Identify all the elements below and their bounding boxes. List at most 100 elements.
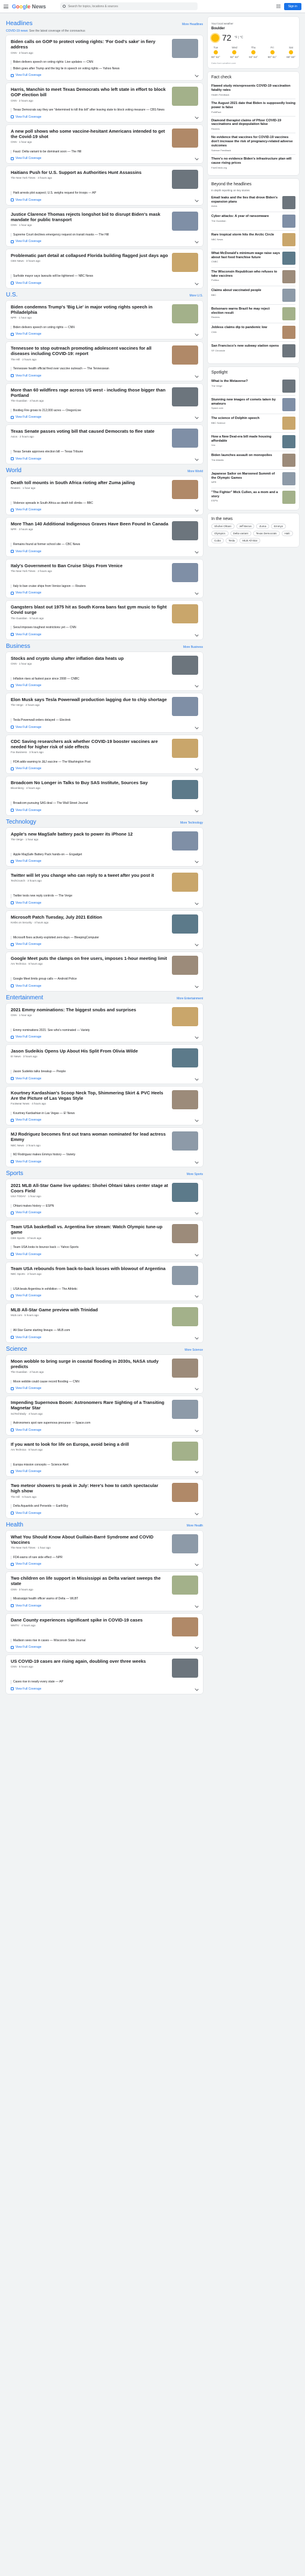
side-story-headline[interactable]: The science of Dolphin speech: [211, 417, 280, 421]
side-story[interactable]: The Wisconsin Republican who refuses to …: [211, 267, 295, 286]
side-story-thumbnail[interactable]: [282, 490, 295, 504]
expand-icon[interactable]: [195, 239, 199, 244]
expand-icon[interactable]: [195, 1645, 199, 1650]
full-coverage-link[interactable]: View Full Coverage: [11, 1211, 41, 1214]
topic-chip[interactable]: Texas Democrats: [252, 530, 280, 536]
story-headline[interactable]: Stocks and crypto slump after inflation …: [11, 656, 168, 661]
side-story[interactable]: San Francisco's new subway station opens…: [211, 341, 295, 360]
side-story[interactable]: Japanese Sailor on Marooned Summit of th…: [211, 469, 295, 488]
related-story[interactable]: Google Meet limits group calls — Android…: [11, 977, 198, 981]
side-story-thumbnail[interactable]: [282, 344, 295, 357]
section-title[interactable]: U.S.: [6, 292, 17, 298]
story-thumbnail[interactable]: [172, 429, 198, 448]
story-thumbnail[interactable]: [172, 304, 198, 323]
expand-icon[interactable]: [195, 725, 199, 729]
story-headline[interactable]: Impending Supernova Boom: Astronomers Ra…: [11, 1400, 168, 1411]
expand-icon[interactable]: [195, 984, 199, 988]
side-story[interactable]: What McDonald's minimum wage raise says …: [211, 248, 295, 267]
full-coverage-link[interactable]: View Full Coverage: [11, 726, 41, 729]
more-section-link[interactable]: More Business: [183, 645, 203, 649]
expand-icon[interactable]: [195, 1118, 199, 1122]
story-thumbnail[interactable]: [172, 1182, 198, 1202]
full-coverage-link[interactable]: View Full Coverage: [11, 591, 41, 595]
expand-icon[interactable]: [195, 281, 199, 285]
story-headline[interactable]: 2021 Emmy nominations: The biggest snubs…: [11, 1007, 168, 1012]
story-headline[interactable]: Haitians Push for U.S. Support as Author…: [11, 170, 168, 175]
story-headline[interactable]: Tennessee to stop outreach promoting ado…: [11, 345, 168, 357]
story-thumbnail[interactable]: [172, 780, 198, 799]
related-story[interactable]: MJ Rodriguez makes Emmys history — Varie…: [11, 1153, 198, 1157]
side-story-headline[interactable]: Email leaks and the lies that drove Bide…: [211, 196, 280, 204]
full-coverage-link[interactable]: View Full Coverage: [11, 633, 41, 637]
related-story[interactable]: Surfside mayor says lawsuits will be tig…: [11, 274, 198, 279]
full-coverage-link[interactable]: View Full Coverage: [11, 1160, 41, 1164]
expand-icon[interactable]: [195, 549, 199, 553]
search-icon[interactable]: [63, 5, 66, 8]
story-thumbnail[interactable]: [172, 1048, 198, 1067]
side-story[interactable]: Biden launches assault on monopolies The …: [211, 450, 295, 469]
expand-icon[interactable]: [195, 374, 199, 378]
side-story-thumbnail[interactable]: [282, 325, 295, 339]
story-headline[interactable]: Gangsters blast out 1975 hit as South Ko…: [11, 604, 168, 616]
side-story[interactable]: The science of Dolphin speech BBC Science: [211, 413, 295, 432]
expand-icon[interactable]: [195, 73, 199, 78]
story-headline[interactable]: Elon Musk says Tesla Powerwall productio…: [11, 697, 168, 702]
google-news-logo[interactable]: Google News: [12, 4, 46, 10]
side-story-thumbnail[interactable]: [282, 435, 295, 448]
side-story-headline[interactable]: Bolsonaro warns Brazil he may reject ele…: [211, 307, 280, 316]
section-title[interactable]: Health: [6, 1522, 23, 1528]
full-coverage-link[interactable]: View Full Coverage: [11, 1035, 41, 1039]
full-coverage-link[interactable]: View Full Coverage: [11, 1387, 41, 1390]
side-story-thumbnail[interactable]: [282, 307, 295, 320]
section-title[interactable]: Headlines: [6, 20, 32, 27]
full-coverage-link[interactable]: View Full Coverage: [11, 1645, 41, 1649]
story-headline[interactable]: Texas Senate passes voting bill that cau…: [11, 429, 168, 434]
topic-chip[interactable]: Zuma: [256, 523, 269, 529]
story-thumbnail[interactable]: [172, 521, 198, 540]
more-section-link[interactable]: More Sports: [187, 1173, 203, 1176]
side-story-headline[interactable]: Biden launches assault on monopolies: [211, 454, 280, 458]
story-thumbnail[interactable]: [172, 170, 198, 189]
full-coverage-link[interactable]: View Full Coverage: [11, 550, 41, 553]
expand-icon[interactable]: [195, 1386, 199, 1391]
topic-chip[interactable]: Jeff Bezos: [236, 523, 255, 529]
expand-icon[interactable]: [195, 591, 199, 595]
related-story[interactable]: Astronomers spot rare supernova precurso…: [11, 1421, 198, 1425]
related-story[interactable]: Haiti arrests plot suspect; U.S. weighs …: [11, 191, 198, 195]
topic-chip[interactable]: MLB All-Star: [239, 537, 261, 543]
related-story[interactable]: Jason Sudeikis talks breakup — People: [11, 1070, 198, 1074]
side-story[interactable]: Claims about vaccinated people BBC: [211, 285, 295, 304]
search-input[interactable]: [68, 4, 188, 8]
related-story[interactable]: Biden delivers speech on voting rights: …: [11, 60, 198, 65]
expand-icon[interactable]: [195, 1687, 199, 1691]
story-thumbnail[interactable]: [172, 1534, 198, 1553]
story-thumbnail[interactable]: [172, 1659, 198, 1678]
full-coverage-link[interactable]: View Full Coverage: [11, 508, 41, 512]
story-thumbnail[interactable]: [172, 39, 198, 58]
related-story[interactable]: Inflation rises at fastest pace since 20…: [11, 677, 198, 681]
full-coverage-link[interactable]: View Full Coverage: [11, 240, 41, 243]
related-story[interactable]: Tennessee health official fired over vac…: [11, 367, 198, 371]
side-story[interactable]: Email leaks and the lies that drove Bide…: [211, 194, 295, 212]
full-coverage-link[interactable]: View Full Coverage: [11, 74, 41, 77]
expand-icon[interactable]: [195, 1428, 199, 1432]
full-coverage-link[interactable]: View Full Coverage: [11, 1470, 41, 1473]
side-story[interactable]: Stunning new images of comets taken by a…: [211, 394, 295, 414]
story-thumbnail[interactable]: [172, 87, 198, 106]
full-coverage-link[interactable]: View Full Coverage: [11, 809, 41, 812]
expand-icon[interactable]: [195, 332, 199, 336]
side-story-headline[interactable]: Jobless claims dip to pandemic low: [211, 326, 280, 330]
full-coverage-link[interactable]: View Full Coverage: [11, 767, 41, 770]
story-thumbnail[interactable]: [172, 831, 198, 850]
related-story[interactable]: Ohtani makes history — ESPN: [11, 1204, 198, 1208]
story-thumbnail[interactable]: [172, 1575, 198, 1595]
related-story[interactable]: FDA warns of rare side effect — NPR: [11, 1555, 198, 1559]
story-headline[interactable]: More Than 140 Additional Indigenous Grav…: [11, 521, 168, 527]
story-thumbnail[interactable]: [172, 1483, 198, 1502]
full-coverage-link[interactable]: View Full Coverage: [11, 157, 41, 160]
side-story-thumbnail[interactable]: [282, 195, 295, 209]
full-coverage-link[interactable]: View Full Coverage: [11, 1512, 41, 1515]
related-story[interactable]: Cases rise in nearly every state — AP: [11, 1680, 198, 1684]
related-story[interactable]: Apple MagSafe Battery Pack hands-on — En…: [11, 852, 198, 856]
story-thumbnail[interactable]: [172, 387, 198, 406]
